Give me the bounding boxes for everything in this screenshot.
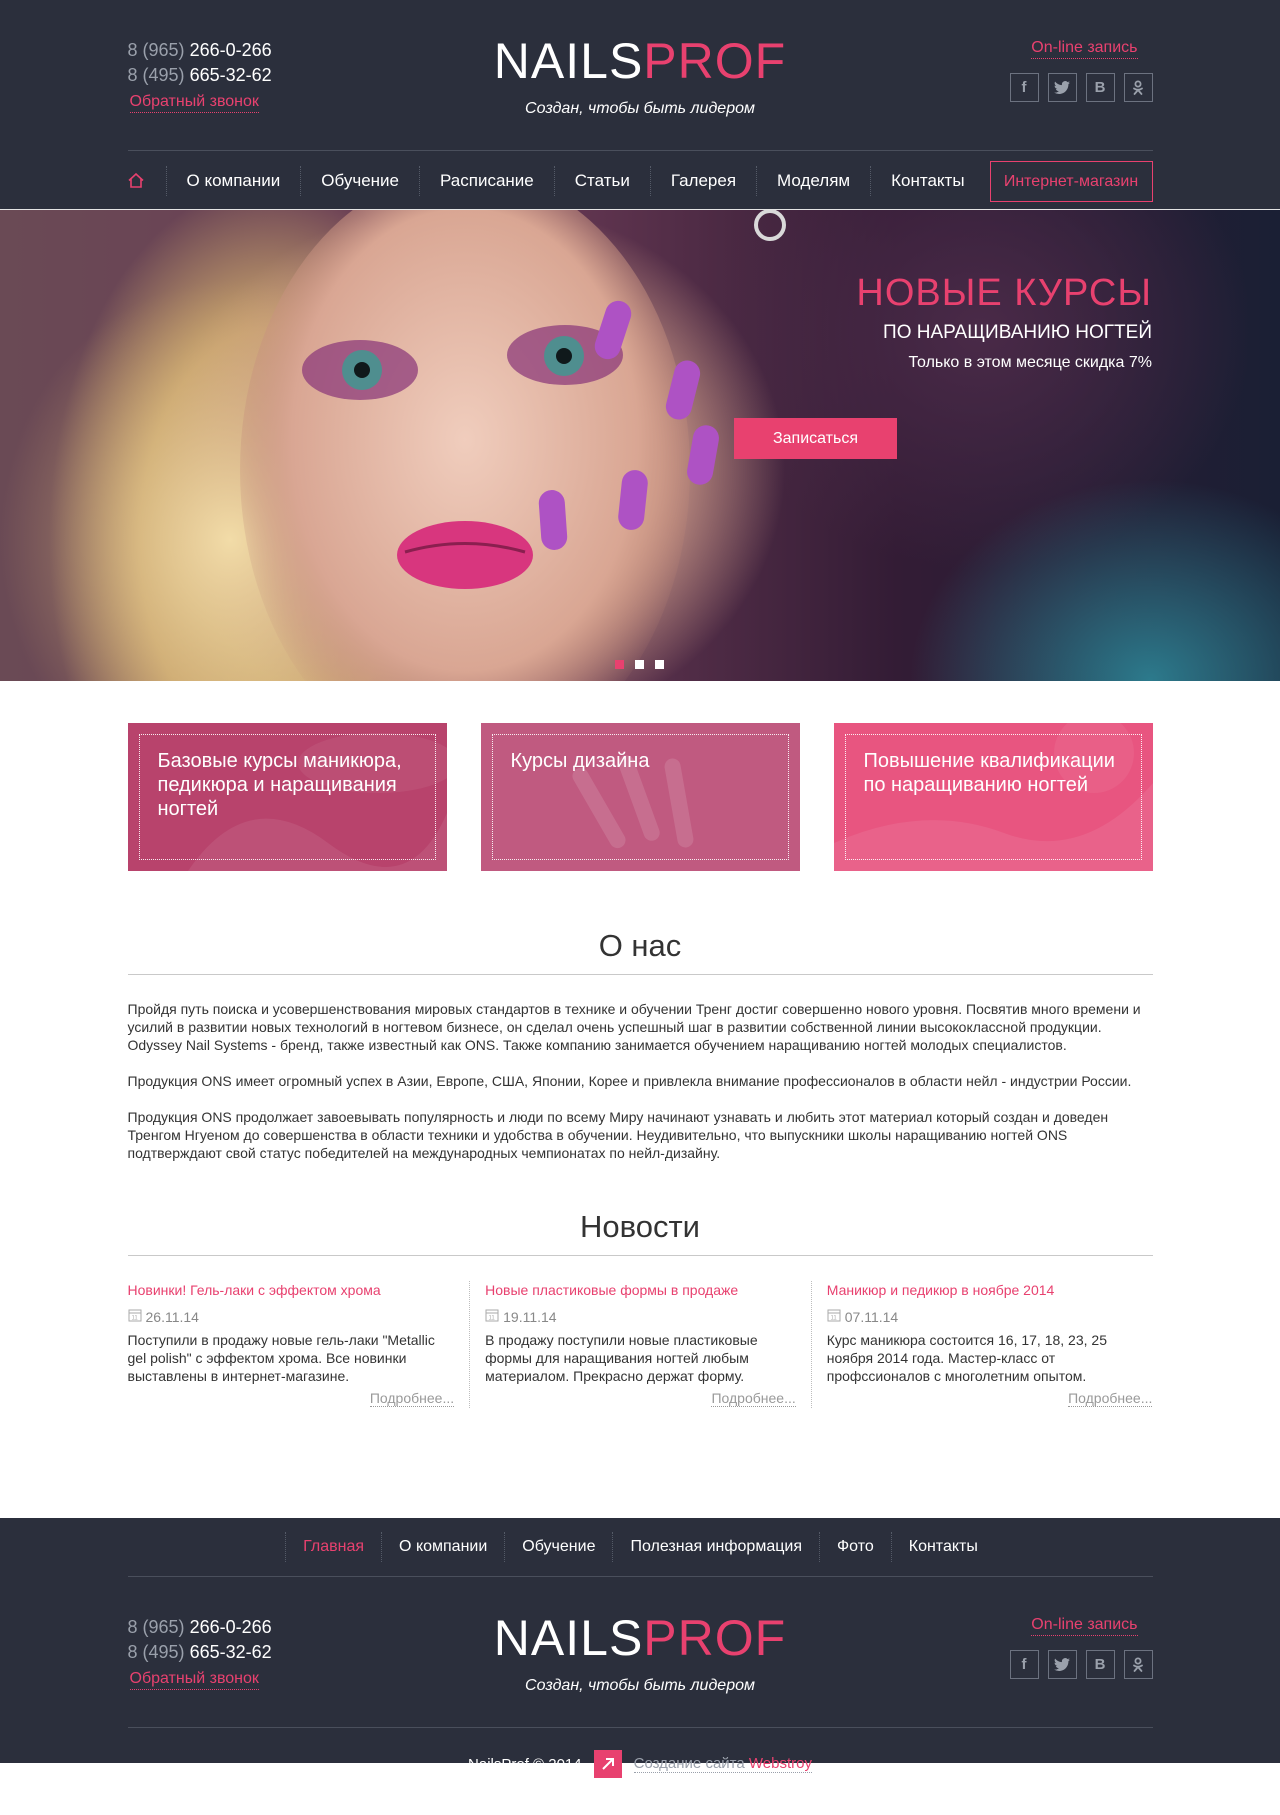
calendar-icon: 11: [827, 1308, 841, 1325]
phone-1[interactable]: 8 (965) 266-0-266: [128, 38, 272, 63]
nav-item-gallery[interactable]: Галерея: [649, 165, 756, 196]
news-text: В продажу поступили новые пластиковые фо…: [485, 1332, 758, 1384]
news-date: 19.11.14: [503, 1308, 557, 1325]
footer-tagline: Создан, чтобы быть лидером: [525, 1677, 755, 1694]
webstroy-logo-icon: [593, 1750, 622, 1778]
calendar-icon: 11: [128, 1308, 142, 1325]
nav-item-articles[interactable]: Статьи: [553, 165, 650, 196]
nav-item-models[interactable]: Моделям: [756, 165, 870, 196]
news-title: Новости: [579, 1209, 700, 1244]
online-booking-link[interactable]: On-line запись: [1031, 38, 1138, 59]
about-paragraph-3: Продукция ONS продолжает завоевывать поп…: [127, 1109, 1109, 1161]
phone-block: 8 (965) 266-0-266 8 (495) 665-32-62 Обра…: [128, 38, 272, 113]
footer-nav-useful-info[interactable]: Полезная информация: [612, 1532, 819, 1562]
about-paragraph-2: Продукция ONS имеет огромный успех в Ази…: [127, 1073, 1132, 1089]
nav-item-training[interactable]: Обучение: [300, 165, 419, 196]
about-section: О нас Пройдя путь поиска и усовершенство…: [127, 926, 1153, 1162]
svg-text:11: 11: [131, 1316, 138, 1322]
odnoklassniki-icon[interactable]: [1123, 73, 1153, 102]
signup-button[interactable]: Записаться: [734, 418, 897, 459]
slider-dot-1[interactable]: [615, 660, 624, 669]
twitter-icon[interactable]: [1047, 1650, 1077, 1679]
hero-title: НОВЫЕ КУРСЫ: [856, 272, 1152, 314]
news-headline[interactable]: Маникюр и педикюр в ноябре 2014: [827, 1282, 1055, 1298]
home-icon[interactable]: [127, 166, 158, 196]
footer-online-booking-link[interactable]: On-line запись: [1031, 1615, 1138, 1636]
more-link[interactable]: Подробнее...: [369, 1390, 455, 1407]
news-item: Новинки! Гель-лаки с эффектом хрома 11 26…: [128, 1281, 470, 1408]
hero-subtitle: ПО НАРАЩИВАНИЮ НОГТЕЙ: [883, 322, 1152, 343]
footer-nav: Главная О компании Обучение Полезная инф…: [128, 1518, 1153, 1576]
footer-phone-1[interactable]: 8 (965) 266-0-266: [128, 1615, 272, 1640]
news-date: 26.11.14: [145, 1308, 199, 1325]
shop-button[interactable]: Интернет-магазин: [989, 161, 1153, 202]
vk-icon[interactable]: В: [1085, 73, 1115, 102]
site-footer: Главная О компании Обучение Полезная инф…: [0, 1518, 1280, 1778]
news-text: Курс маникюра состоится 16, 17, 18, 23, …: [826, 1332, 1107, 1384]
svg-text:11: 11: [830, 1316, 837, 1322]
odnoklassniki-icon[interactable]: [1123, 1650, 1153, 1679]
copyright-text: NailsProf © 2014: [468, 1755, 582, 1773]
developer-link[interactable]: Создание сайта Webstroy: [633, 1755, 812, 1773]
news-headline[interactable]: Новые пластиковые формы в продаже: [485, 1282, 738, 1298]
news-headline[interactable]: Новинки! Гель-лаки с эффектом хрома: [128, 1282, 381, 1298]
hero-note: Только в этом месяце скидка 7%: [908, 354, 1153, 371]
more-link[interactable]: Подробнее...: [711, 1390, 796, 1407]
facebook-icon[interactable]: f: [1009, 73, 1039, 102]
footer-phone-2[interactable]: 8 (495) 665-32-62: [128, 1640, 272, 1665]
course-tiles: Базовые курсы маникюра, педикюра и наращ…: [127, 723, 1153, 871]
main-nav: О компании Обучение Расписание Статьи Га…: [127, 150, 1153, 210]
about-title: О нас: [598, 928, 682, 963]
footer-callback-link[interactable]: Обратный звонок: [129, 1669, 259, 1690]
slider-dot-2[interactable]: [635, 660, 644, 669]
about-paragraph-1: Пройдя путь поиска и усовершенствования …: [127, 1001, 1141, 1053]
footer-phone-block: 8 (965) 266-0-266 8 (495) 665-32-62 Обра…: [128, 1615, 272, 1690]
svg-text:11: 11: [489, 1316, 496, 1322]
phone-2[interactable]: 8 (495) 665-32-62: [128, 63, 272, 88]
footer-nav-training[interactable]: Обучение: [504, 1532, 612, 1562]
course-tile-advanced[interactable]: Повышение квалификации по наращиванию но…: [833, 723, 1153, 871]
footer-nav-photo[interactable]: Фото: [818, 1532, 891, 1562]
site-header: 8 (965) 266-0-266 8 (495) 665-32-62 Обра…: [0, 0, 1280, 210]
tagline: Создан, чтобы быть лидером: [525, 100, 755, 117]
footer-nav-about[interactable]: О компании: [381, 1532, 504, 1562]
news-item: Маникюр и педикюр в ноябре 2014 11 07.11.…: [810, 1281, 1153, 1408]
news-text: Поступили в продажу новые гель-лаки "Met…: [127, 1332, 435, 1384]
course-tile-basic[interactable]: Базовые курсы маникюра, педикюра и наращ…: [127, 723, 447, 871]
hero-banner: НОВЫЕ КУРСЫ ПО НАРАЩИВАНИЮ НОГТЕЙ Только…: [0, 210, 1280, 681]
news-item: Новые пластиковые формы в продаже 11 19.1…: [469, 1281, 811, 1408]
vk-icon[interactable]: В: [1085, 1650, 1115, 1679]
more-link[interactable]: Подробнее...: [1068, 1390, 1153, 1407]
slider-dots: [615, 660, 664, 669]
twitter-icon[interactable]: [1047, 73, 1077, 102]
news-date: 07.11.14: [844, 1308, 899, 1325]
calendar-icon: 11: [485, 1308, 499, 1325]
nav-item-schedule[interactable]: Расписание: [419, 165, 554, 196]
course-tile-design[interactable]: Курсы дизайна: [480, 723, 800, 871]
logo[interactable]: NAILSPROF Создан, чтобы быть лидером: [460, 36, 820, 118]
footer-nav-contacts[interactable]: Контакты: [890, 1532, 995, 1562]
nav-item-contacts[interactable]: Контакты: [870, 165, 984, 196]
news-section: Новости Новинки! Гель-лаки с эффектом хр…: [127, 1207, 1153, 1408]
facebook-icon[interactable]: f: [1009, 1650, 1039, 1679]
footer-logo[interactable]: NAILSPROF Создан, чтобы быть лидером: [460, 1613, 820, 1695]
copyright-bar: NailsProf © 2014 Создание сайта Webstroy: [128, 1728, 1153, 1800]
footer-nav-home[interactable]: Главная: [285, 1532, 381, 1562]
nav-item-about[interactable]: О компании: [165, 165, 301, 196]
slider-dot-3[interactable]: [655, 660, 664, 669]
callback-link[interactable]: Обратный звонок: [129, 92, 259, 113]
